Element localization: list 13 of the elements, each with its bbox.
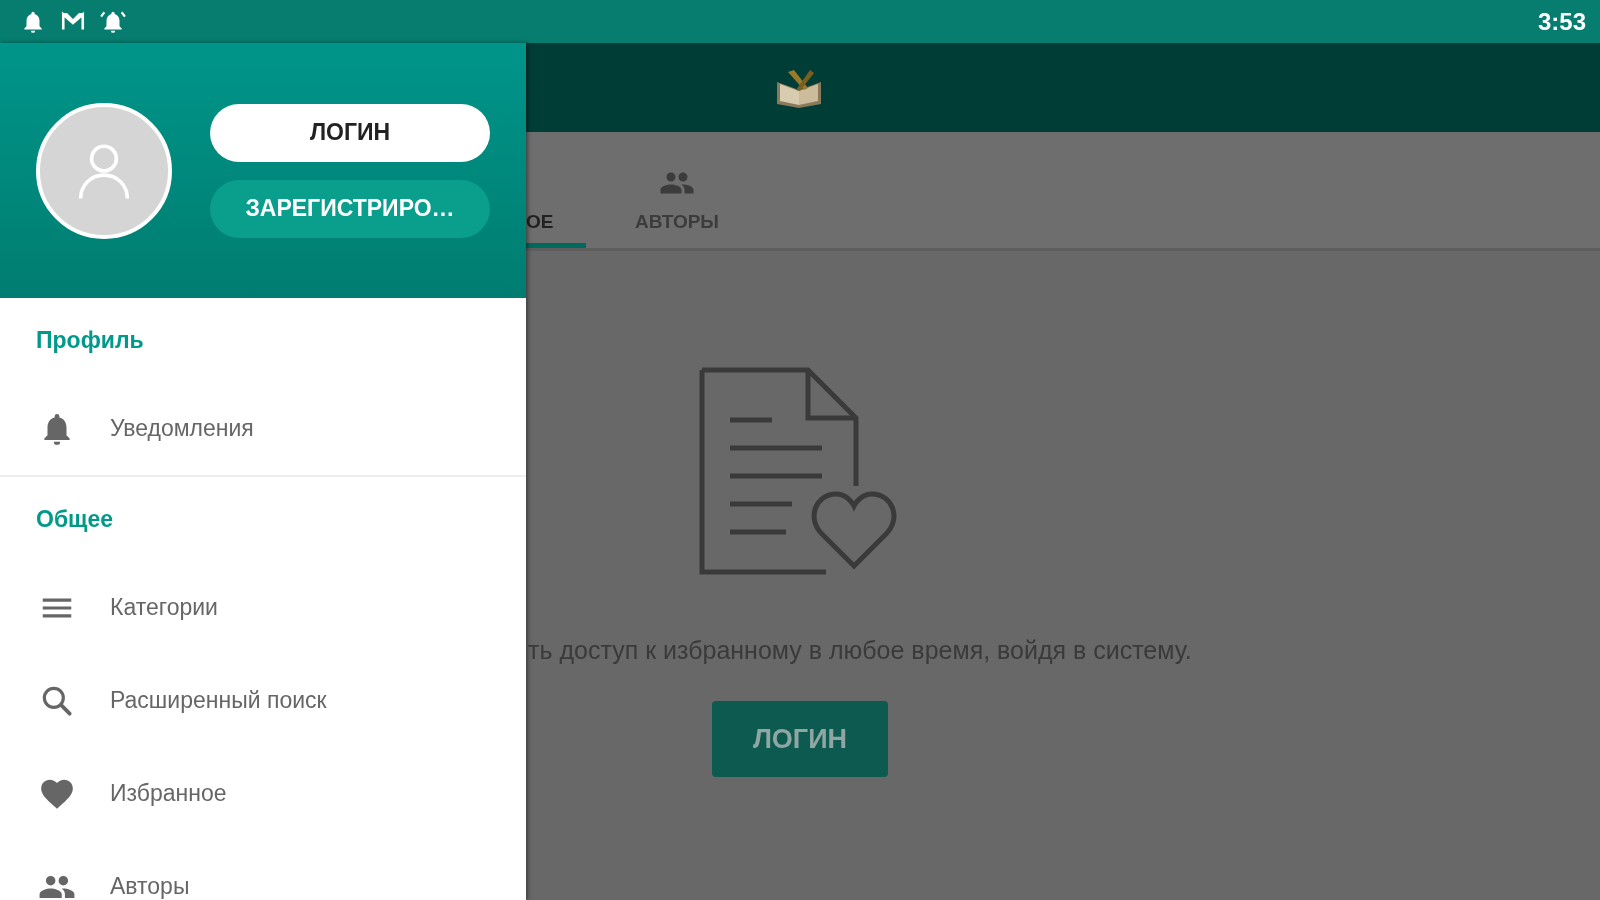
section-title: Профиль [36,326,144,354]
login-button[interactable]: ЛОГИН [210,103,490,162]
drawer-item[interactable]: Категории [0,561,526,654]
drawer-item[interactable]: Расширенный поиск [0,654,526,747]
status-time: 3:53 [1537,7,1586,36]
drawer-item[interactable]: Уведомления [0,382,526,475]
register-button[interactable]: ЗАРЕГИСТРИРО… [210,179,490,238]
section-title: Общее [36,505,114,533]
tab[interactable]: ОЕ [526,132,586,248]
drawer-item[interactable]: Авторы [0,840,526,900]
login-button[interactable]: ЛОГИН [712,701,888,777]
drawer-item[interactable]: Избранное [0,747,526,840]
book-logo-icon [774,67,824,108]
